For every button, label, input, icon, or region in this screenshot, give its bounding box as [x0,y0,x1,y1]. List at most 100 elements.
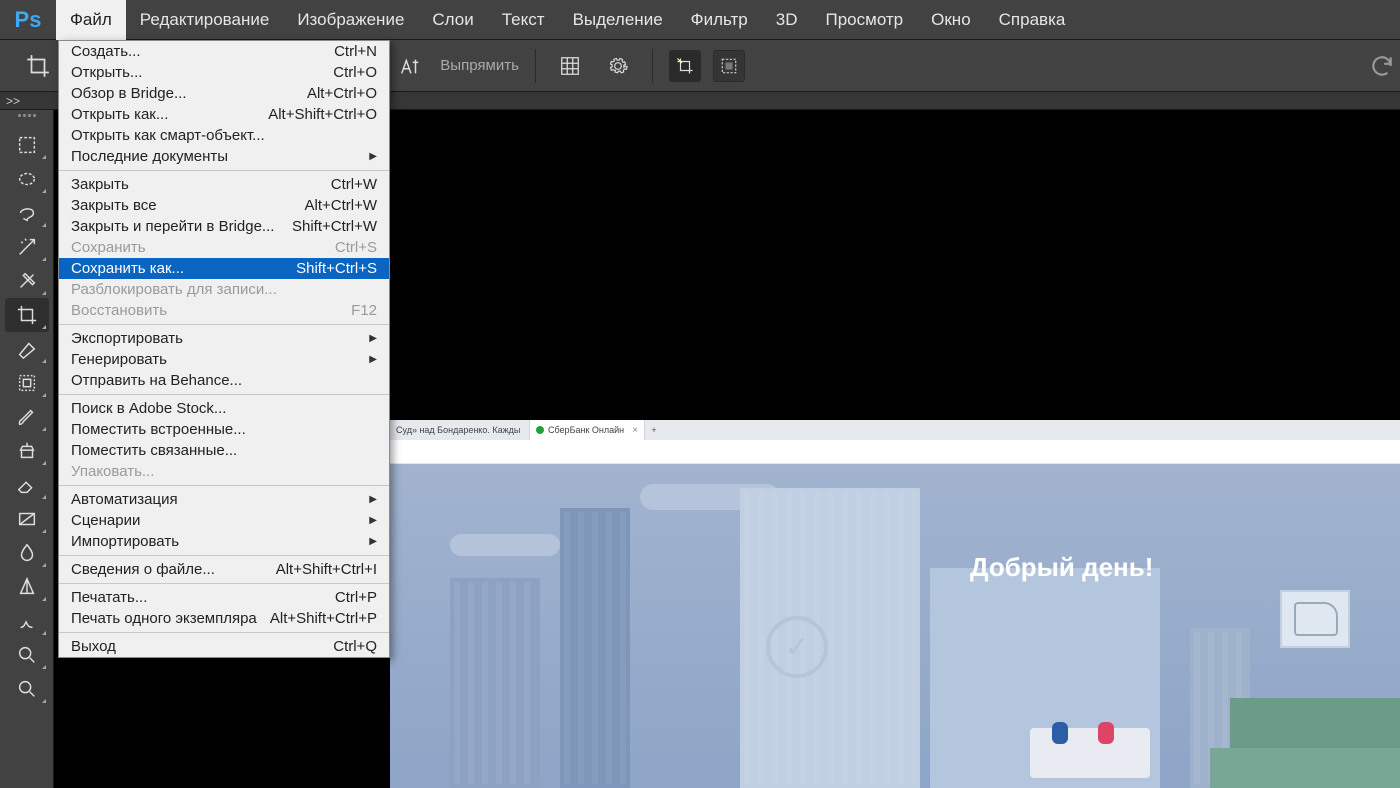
menu-item-label: Открыть как... [71,106,168,123]
bench-icon [1030,728,1150,778]
delete-cropped-pixels-icon[interactable] [669,50,701,82]
tool-clone-stamp[interactable] [5,434,49,468]
menu-item-label: Отправить на Behance... [71,372,242,389]
building-icon [450,578,540,788]
building-icon [560,508,630,788]
menu-item-shortcut: Ctrl+N [334,43,377,60]
tool-lasso-ellipse[interactable] [5,162,49,196]
document-image[interactable]: Суд» над Бондаренко. Кажды × СберБанк Он… [390,420,1400,788]
tool-zoom[interactable] [5,672,49,706]
menu-выделение[interactable]: Выделение [559,0,677,40]
menu-item-последние-документы[interactable]: Последние документы▶ [59,146,389,167]
menu-item-поместить-встроенные-[interactable]: Поместить встроенные... [59,419,389,440]
crop-tool-indicator-icon [20,48,56,84]
submenu-arrow-icon: ▶ [369,151,377,162]
tool-brush[interactable] [5,400,49,434]
menu-фильтр[interactable]: Фильтр [677,0,762,40]
menu-item-создать-[interactable]: Создать...Ctrl+N [59,41,389,62]
menu-item-label: Сведения о файле... [71,561,215,578]
tool-crop[interactable] [5,298,49,332]
tool-hand[interactable] [5,638,49,672]
menu-item-поиск-в-adobe-stock-[interactable]: Поиск в Adobe Stock... [59,398,389,419]
tools-panel [0,110,54,788]
reset-crop-icon[interactable] [1364,48,1400,84]
tool-pen[interactable] [5,570,49,604]
app-logo: Ps [0,0,56,40]
new-tab-button[interactable]: + [645,425,663,435]
menu-item-закрыть-все[interactable]: Закрыть всеAlt+Ctrl+W [59,195,389,216]
tool-magic-wand[interactable] [5,230,49,264]
content-aware-icon[interactable] [713,50,745,82]
menu-item-shortcut: Alt+Shift+Ctrl+P [270,610,377,627]
tool-lasso[interactable] [5,196,49,230]
menu-item-shortcut: Ctrl+O [333,64,377,81]
menu-item-открыть-как-смарт-объект-[interactable]: Открыть как смарт-объект... [59,125,389,146]
menu-редактирование[interactable]: Редактирование [126,0,284,40]
menu-справка[interactable]: Справка [985,0,1080,40]
menu-item-сведения-о-файле-[interactable]: Сведения о файле...Alt+Shift+Ctrl+I [59,559,389,580]
browser-address-bar[interactable] [390,440,1400,464]
menu-item-автоматизация[interactable]: Автоматизация▶ [59,489,389,510]
menu-item-label: Поместить связанные... [71,442,237,459]
toolbar-grip-icon[interactable] [12,114,42,120]
billboard-icon [1280,590,1350,648]
menu-separator [59,170,389,171]
menu-item-закрыть[interactable]: ЗакрытьCtrl+W [59,174,389,195]
menu-item-печатать-[interactable]: Печатать...Ctrl+P [59,587,389,608]
menu-item-сценарии[interactable]: Сценарии▶ [59,510,389,531]
close-icon[interactable]: × [632,425,638,436]
menu-item-label: Экспортировать [71,330,183,347]
menu-текст[interactable]: Текст [488,0,559,40]
menu-файл[interactable]: Файл [56,0,126,40]
menu-item-выход[interactable]: ВыходCtrl+Q [59,636,389,657]
menu-item-генерировать[interactable]: Генерировать▶ [59,349,389,370]
menu-item-label: Выход [71,638,116,655]
menu-item-экспортировать[interactable]: Экспортировать▶ [59,328,389,349]
menu-item-label: Обзор в Bridge... [71,85,187,102]
submenu-arrow-icon: ▶ [369,494,377,505]
menu-item-shortcut: Alt+Ctrl+W [304,197,377,214]
tool-magnify[interactable] [5,604,49,638]
menu-просмотр[interactable]: Просмотр [812,0,918,40]
menu-item-поместить-связанные-[interactable]: Поместить связанные... [59,440,389,461]
tool-healing-brush[interactable] [5,264,49,298]
menu-separator [59,583,389,584]
menu-item-сохранить-как-[interactable]: Сохранить как...Shift+Ctrl+S [59,258,389,279]
tool-marquee[interactable] [5,128,49,162]
tool-eraser[interactable] [5,468,49,502]
menu-item-открыть-[interactable]: Открыть...Ctrl+O [59,62,389,83]
menu-слои[interactable]: Слои [418,0,487,40]
menu-item-отправить-на-behance-[interactable]: Отправить на Behance... [59,370,389,391]
straighten-icon[interactable] [392,48,428,84]
menu-item-shortcut: Ctrl+P [335,589,377,606]
menu-изображение[interactable]: Изображение [283,0,418,40]
browser-tab[interactable]: СберБанк Онлайн × [530,420,645,440]
menu-item-открыть-как-[interactable]: Открыть как...Alt+Shift+Ctrl+O [59,104,389,125]
menu-item-обзор-в-bridge-[interactable]: Обзор в Bridge...Alt+Ctrl+O [59,83,389,104]
tool-slice[interactable] [5,332,49,366]
overlay-grid-icon[interactable] [552,48,588,84]
submenu-arrow-icon: ▶ [369,354,377,365]
browser-tab-title: СберБанк Онлайн [548,425,624,435]
menu-item-закрыть-и-перейти-в-bridge-[interactable]: Закрыть и перейти в Bridge...Shift+Ctrl+… [59,216,389,237]
menu-3d[interactable]: 3D [762,0,812,40]
person-icon [1052,722,1068,744]
menu-item-печать-одного-экземпляра[interactable]: Печать одного экземпляраAlt+Shift+Ctrl+P [59,608,389,629]
file-menu-dropdown[interactable]: Создать...Ctrl+NОткрыть...Ctrl+OОбзор в … [58,40,390,658]
submenu-arrow-icon: ▶ [369,515,377,526]
tool-gradient[interactable] [5,502,49,536]
menu-окно[interactable]: Окно [917,0,985,40]
browser-tab[interactable]: Суд» над Бондаренко. Кажды × [390,420,530,440]
separator [535,49,536,83]
menu-separator [59,632,389,633]
menu-item-shortcut: Ctrl+S [335,239,377,256]
tool-frame[interactable] [5,366,49,400]
tool-blur[interactable] [5,536,49,570]
browser-tabstrip: Суд» над Бондаренко. Кажды × СберБанк Он… [390,420,1400,440]
crop-settings-gear-icon[interactable] [600,48,636,84]
menu-item-импортировать[interactable]: Импортировать▶ [59,531,389,552]
illustration: ✓ Добрый день! [390,464,1400,788]
green-building-icon [1210,748,1400,788]
menu-item-упаковать-: Упаковать... [59,461,389,482]
menu-item-label: Закрыть [71,176,129,193]
